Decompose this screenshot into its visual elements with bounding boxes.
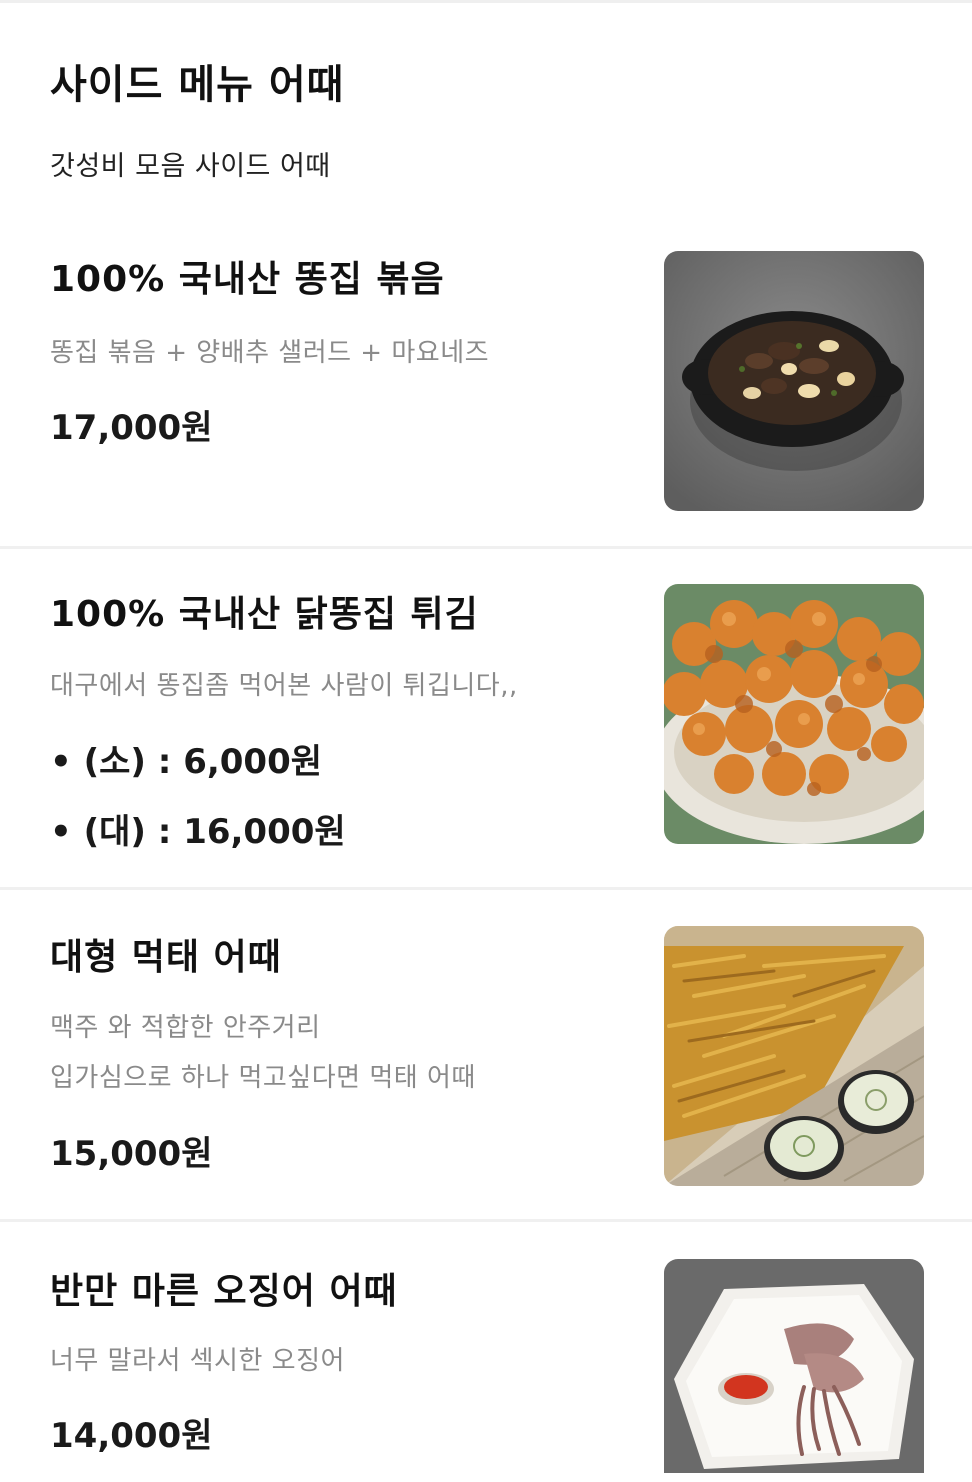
item-price: 14,000원 [50, 1416, 213, 1456]
fried-gizzard-photo[interactable] [664, 584, 924, 844]
item-divider [0, 1219, 972, 1222]
section-subtitle: 갓성비 모음 사이드 어때 [50, 151, 331, 182]
dried-pollock-photo[interactable] [664, 926, 924, 1186]
item-price-small: • (소) : 6,000원 [50, 742, 323, 782]
stir-fried-gizzard-photo[interactable] [664, 251, 924, 511]
top-divider [0, 0, 972, 3]
item-divider [0, 546, 972, 549]
item-name: 대형 먹태 어때 [50, 937, 282, 978]
section-title: 사이드 메뉴 어때 [50, 62, 345, 108]
item-description: 대구에서 똥집좀 먹어본 사람이 튀깁니다,, [50, 671, 518, 701]
item-price-large: • (대) : 16,000원 [50, 812, 346, 852]
item-divider [0, 887, 972, 890]
item-name: 100% 국내산 닭똥집 튀김 [50, 594, 479, 635]
item-price: 15,000원 [50, 1134, 213, 1174]
item-price: 17,000원 [50, 408, 213, 448]
item-description: 똥집 볶음 + 양배추 샐러드 + 마요네즈 [50, 338, 490, 368]
item-description-line-2: 입가심으로 하나 먹고싶다면 먹태 어때 [50, 1063, 476, 1093]
item-name: 반만 마른 오징어 어때 [50, 1271, 398, 1312]
half-dried-squid-photo[interactable] [664, 1259, 924, 1473]
item-name: 100% 국내산 똥집 볶음 [50, 259, 445, 300]
item-description-line-1: 맥주 와 적합한 안주거리 [50, 1013, 321, 1043]
item-description: 너무 말라서 섹시한 오징어 [50, 1346, 345, 1376]
